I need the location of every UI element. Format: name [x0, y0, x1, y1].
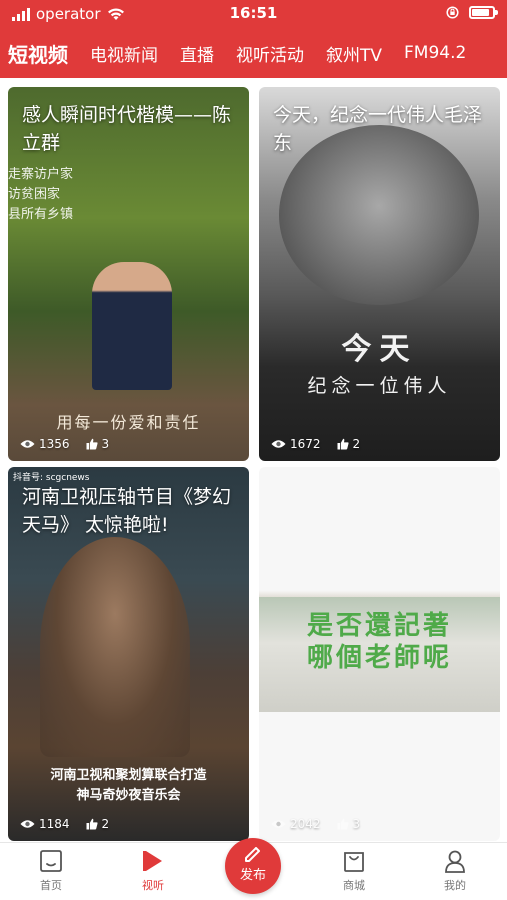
thumbnail-caption-line-2: 神马奇妙夜音乐会 [76, 788, 181, 803]
likes-count: 2 [101, 817, 110, 831]
thumbnail-caption: 纪念一位伟人 [307, 375, 452, 397]
tab-video[interactable]: 视听 [117, 849, 189, 893]
thumbnail-caption-large: 今天 [341, 332, 418, 367]
video-grid: 走寨访户家 访贫困家 县所有乡镇 用每一份爱和责任 感人瞬间时代楷模——陈立群 … [0, 78, 507, 842]
eye-icon [271, 440, 286, 448]
thumbnail-caption-line-1: 河南卫视和聚划算联合打造 [50, 768, 207, 783]
tab-me[interactable]: 我的 [419, 849, 491, 893]
video-stats: 1184 2 [20, 817, 109, 831]
tab-live[interactable]: 直播 [180, 41, 214, 66]
battery-level [472, 9, 489, 16]
user-icon [445, 850, 465, 873]
video-card[interactable]: 今天 纪念一位伟人 今天，纪念一代伟人毛泽东 1672 2 [259, 87, 500, 461]
views-count: 1356 [39, 437, 70, 451]
views-stat: 1184 [20, 817, 70, 831]
home-icon [40, 850, 62, 872]
likes-stat: 3 [337, 817, 361, 831]
thumbnail-person [92, 262, 172, 390]
thumbnail-caption-line-2: 哪個老師呢 [306, 643, 452, 673]
views-count: 2042 [290, 817, 321, 831]
thumbs-up-icon [337, 438, 349, 450]
video-title: 今天，纪念一代伟人毛泽东 [273, 104, 483, 154]
status-time: 16:51 [229, 4, 278, 22]
video-title: 感人瞬间时代楷模——陈立群 [22, 104, 232, 154]
top-nav: 短视频 电视新闻 直播 视听活动 叙州TV FM94.2 [0, 28, 507, 78]
views-count: 1672 [290, 437, 321, 451]
views-stat: 2042 [271, 817, 321, 831]
tab-mall-label: 商城 [343, 879, 365, 892]
video-stats: 2042 3 [271, 817, 360, 831]
thumbs-up-icon [86, 438, 98, 450]
orientation-lock-icon [446, 6, 459, 19]
eye-icon [20, 820, 35, 828]
thumbnail-side-text: 走寨访户家 访贫困家 县所有乡镇 [8, 167, 74, 222]
likes-stat: 2 [337, 437, 361, 451]
thumbs-up-icon [86, 818, 98, 830]
tab-av-events[interactable]: 视听活动 [236, 41, 304, 66]
pen-icon [245, 847, 260, 862]
eye-icon [271, 820, 286, 828]
tab-short-video[interactable]: 短视频 [8, 39, 68, 68]
publish-button[interactable]: 发布 [225, 838, 281, 894]
tab-home-label: 首页 [40, 879, 62, 892]
tab-mall[interactable]: 商城 [318, 849, 390, 893]
views-stat: 1356 [20, 437, 70, 451]
likes-count: 2 [352, 437, 361, 451]
likes-stat: 3 [86, 437, 110, 451]
tab-video-label: 视听 [142, 879, 164, 892]
eye-icon [20, 440, 35, 448]
bag-icon [344, 852, 364, 872]
likes-count: 3 [101, 437, 110, 451]
views-stat: 1672 [271, 437, 321, 451]
tab-xuzhou-tv[interactable]: 叙州TV [326, 41, 382, 66]
status-right [446, 6, 498, 19]
thumbnail-caption: 用每一份爱和责任 [56, 413, 201, 432]
video-card[interactable]: 走寨访户家 访贫困家 县所有乡镇 用每一份爱和责任 感人瞬间时代楷模——陈立群 … [8, 87, 249, 461]
thumbs-up-icon [337, 818, 349, 830]
video-stats: 1356 3 [20, 437, 109, 451]
bottom-tab-bar: 首页 视听 发布 商城 我的 [0, 838, 507, 900]
tab-tv-news[interactable]: 电视新闻 [90, 41, 158, 66]
video-stats: 1672 2 [271, 437, 360, 451]
likes-stat: 2 [86, 817, 110, 831]
tab-fm[interactable]: FM94.2 [404, 43, 466, 63]
video-title: 河南卫视压轴节目《梦幻天马》 太惊艳啦! [22, 486, 232, 536]
views-count: 1184 [39, 817, 70, 831]
video-card[interactable]: 抖音号: scgcnews 河南卫视和聚划算联合打造 神马奇妙夜音乐会 河南卫视… [8, 467, 249, 841]
thumbnail-performer [40, 537, 190, 757]
battery-icon [469, 6, 498, 19]
tab-home[interactable]: 首页 [15, 849, 87, 893]
watermark: 抖音号: scgcnews [13, 473, 90, 483]
tab-me-label: 我的 [444, 879, 466, 892]
play-icon [143, 851, 162, 871]
status-bar: operator 16:51 [0, 0, 507, 28]
video-card[interactable]: 是否還記著 哪個老師呢 2042 3 [259, 467, 500, 841]
publish-label: 发布 [239, 868, 266, 883]
likes-count: 3 [352, 817, 361, 831]
